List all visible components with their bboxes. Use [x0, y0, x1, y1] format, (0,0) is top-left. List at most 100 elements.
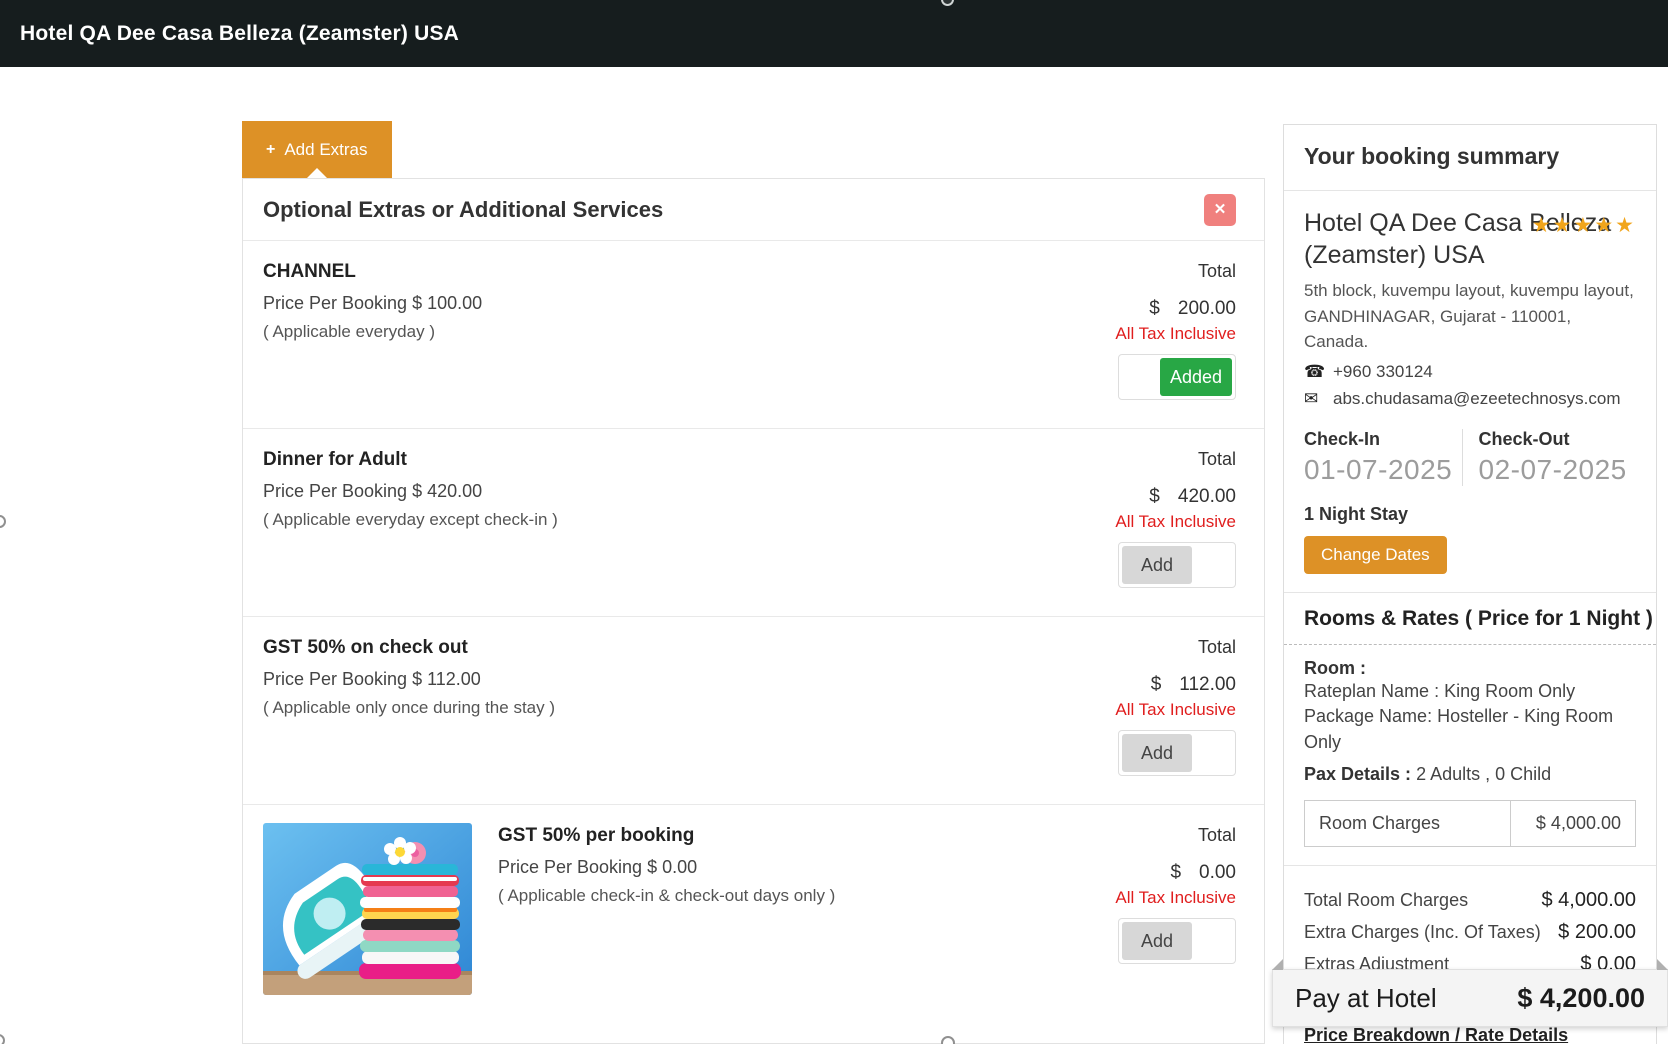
- total-row-label: Extra Charges (Inc. Of Taxes): [1304, 922, 1541, 943]
- add-toggle[interactable]: Add: [1118, 918, 1236, 964]
- room-label: Room :: [1304, 657, 1366, 678]
- pax-details: Pax Details : 2 Adults , 0 Child: [1304, 764, 1636, 785]
- hotel-name: Hotel QA Dee Casa Belleza (Zeamster) USA…: [1304, 207, 1636, 271]
- tab-add-extras-label: Add Extras: [284, 139, 368, 159]
- extra-total-value: 420.00: [1177, 486, 1236, 507]
- annotation-handle-left: [0, 515, 6, 528]
- extra-row-dinner: Dinner for Adult Price Per Booking $ 420…: [243, 429, 1264, 617]
- pax-label: Pax Details :: [1304, 764, 1412, 785]
- add-button[interactable]: Add: [1122, 734, 1192, 772]
- extra-applicability: ( Applicable everyday except check-in ): [263, 510, 558, 529]
- annotation-handle-bottom-center: [941, 1036, 955, 1044]
- total-row-label: Total Room Charges: [1304, 890, 1469, 911]
- add-button[interactable]: Add: [1122, 922, 1192, 960]
- extra-applicability: ( Applicable check-in & check-out days o…: [498, 886, 836, 905]
- optional-extras-header: Optional Extras or Additional Services ✕: [243, 179, 1264, 241]
- close-icon[interactable]: ✕: [1204, 194, 1236, 226]
- check-in-date: 01-07-2025: [1304, 453, 1453, 485]
- total-label: Total: [1197, 261, 1236, 281]
- extra-price-line: Price Per Booking $ 100.00: [263, 293, 483, 313]
- hotel-info-section: Hotel QA Dee Casa Belleza (Zeamster) USA…: [1284, 190, 1656, 592]
- extra-name: GST 50% on check out: [263, 637, 468, 658]
- check-in-column: Check-In 01-07-2025: [1304, 429, 1462, 486]
- currency-sign: $: [1149, 486, 1160, 507]
- extra-price-line: Price Per Booking $ 0.00: [498, 857, 698, 877]
- total-row-value: $ 200.00: [1558, 921, 1636, 944]
- extra-name: CHANNEL: [263, 261, 356, 282]
- extra-total-price: $112.00: [996, 674, 1236, 696]
- hotel-phone-row: ☎ +960 330124: [1304, 362, 1636, 382]
- check-in-label: Check-In: [1304, 428, 1381, 449]
- total-row: Total Room Charges $ 4,000.00: [1304, 889, 1636, 912]
- hotel-address: 5th block, kuvempu layout, kuvempu layou…: [1304, 281, 1634, 351]
- pay-at-hotel-amount: $ 4,200.00: [1517, 982, 1645, 1013]
- add-toggle[interactable]: Add: [1118, 730, 1236, 776]
- extra-row-gst-checkout: GST 50% on check out Price Per Booking $…: [243, 617, 1264, 805]
- added-toggle[interactable]: Added: [1118, 354, 1236, 400]
- total-label: Total: [1197, 637, 1236, 657]
- room-charges-table: Room Charges $ 4,000.00: [1304, 800, 1636, 848]
- check-out-column: Check-Out 02-07-2025: [1461, 428, 1637, 486]
- extra-total-value: 112.00: [1179, 674, 1236, 695]
- tax-note: All Tax Inclusive: [1115, 700, 1236, 719]
- package-line: Package Name: Hosteller - King Room Only: [1304, 706, 1614, 752]
- tab-notch: [306, 168, 327, 178]
- annotation-handle-bottom-left: [0, 1034, 5, 1044]
- annotation-handle-top: [941, 0, 954, 6]
- extra-price-line: Price Per Booking $ 420.00: [263, 481, 483, 501]
- check-out-label: Check-Out: [1478, 428, 1570, 449]
- rooms-rates-title: Rooms & Rates ( Price for 1 Night ): [1284, 607, 1656, 645]
- change-dates-button[interactable]: Change Dates: [1304, 535, 1447, 574]
- tax-note: All Tax Inclusive: [1115, 512, 1236, 531]
- check-out-date: 02-07-2025: [1478, 453, 1627, 485]
- currency-sign: $: [1149, 298, 1160, 319]
- booking-summary-title: Your booking summary: [1304, 143, 1560, 169]
- total-row-value: $ 4,000.00: [1541, 889, 1636, 912]
- stay-length: 1 Night Stay: [1304, 503, 1409, 524]
- booking-engine-page: Hotel QA Dee Casa Belleza (Zeamster) USA…: [0, 0, 1668, 1044]
- ribbon-fold-left: [1272, 959, 1283, 970]
- room-charges-value: $ 4,000.00: [1509, 801, 1635, 847]
- ribbon-fold-right: [1657, 959, 1668, 970]
- hotel-email: abs.chudasama@ezeetechnosys.com: [1333, 388, 1621, 408]
- page-title: Hotel QA Dee Casa Belleza (Zeamster) USA: [20, 22, 460, 45]
- tax-note: All Tax Inclusive: [1115, 888, 1236, 907]
- rooms-rates-section: Rooms & Rates ( Price for 1 Night ) Room…: [1284, 591, 1656, 866]
- extra-row-channel: CHANNEL Price Per Booking $ 100.00 ( App…: [243, 241, 1264, 429]
- phone-icon: ☎: [1304, 361, 1326, 381]
- room-charges-label: Room Charges: [1319, 813, 1441, 834]
- currency-sign: $: [1170, 862, 1182, 883]
- hotel-phone: +960 330124: [1333, 361, 1433, 381]
- envelope-icon: ✉: [1304, 388, 1319, 408]
- top-bar: Hotel QA Dee Casa Belleza (Zeamster) USA: [0, 0, 1668, 67]
- optional-extras-panel: Optional Extras or Additional Services ✕…: [242, 178, 1265, 1044]
- total-label: Total: [1197, 825, 1236, 845]
- price-breakdown-link[interactable]: Price Breakdown / Rate Details: [1304, 1025, 1568, 1044]
- add-toggle[interactable]: Add: [1118, 542, 1236, 588]
- added-button[interactable]: Added: [1159, 358, 1232, 396]
- extra-total-value: 0.00: [1199, 862, 1236, 883]
- stay-dates: Check-In 01-07-2025 Check-Out 02-07-2025: [1304, 428, 1637, 486]
- tab-add-extras[interactable]: + Add Extras: [242, 121, 392, 178]
- total-row: Extra Charges (Inc. Of Taxes) $ 200.00: [1304, 921, 1636, 944]
- pax-value: 2 Adults , 0 Child: [1416, 764, 1552, 785]
- add-button[interactable]: Add: [1122, 546, 1192, 584]
- tax-note: All Tax Inclusive: [1115, 324, 1236, 343]
- pay-at-hotel-label: Pay at Hotel: [1295, 982, 1437, 1013]
- extra-total-price: $200.00: [996, 298, 1236, 320]
- extra-total-value: 200.00: [1177, 298, 1236, 319]
- optional-extras-title: Optional Extras or Additional Services: [263, 197, 664, 222]
- total-label: Total: [1197, 449, 1236, 469]
- extra-price-line: Price Per Booking $ 112.00: [263, 669, 481, 689]
- rateplan-line: Rateplan Name : King Room Only: [1304, 680, 1576, 701]
- extra-applicability: ( Applicable only once during the stay ): [263, 698, 556, 717]
- extra-name: Dinner for Adult: [263, 449, 407, 470]
- pay-at-hotel-bar: Pay at Hotel $ 4,200.00: [1272, 959, 1668, 1027]
- currency-sign: $: [1150, 674, 1162, 695]
- extra-row-gst-booking: GST 50% per booking Price Per Booking $ …: [243, 805, 1264, 1044]
- hotel-email-row: ✉ abs.chudasama@ezeetechnosys.com: [1304, 389, 1636, 409]
- plus-icon: +: [266, 140, 276, 158]
- extra-total-price: $420.00: [996, 486, 1236, 508]
- star-rating-icons: ★★★★★: [1531, 214, 1636, 237]
- extra-total-price: $0.00: [996, 862, 1236, 884]
